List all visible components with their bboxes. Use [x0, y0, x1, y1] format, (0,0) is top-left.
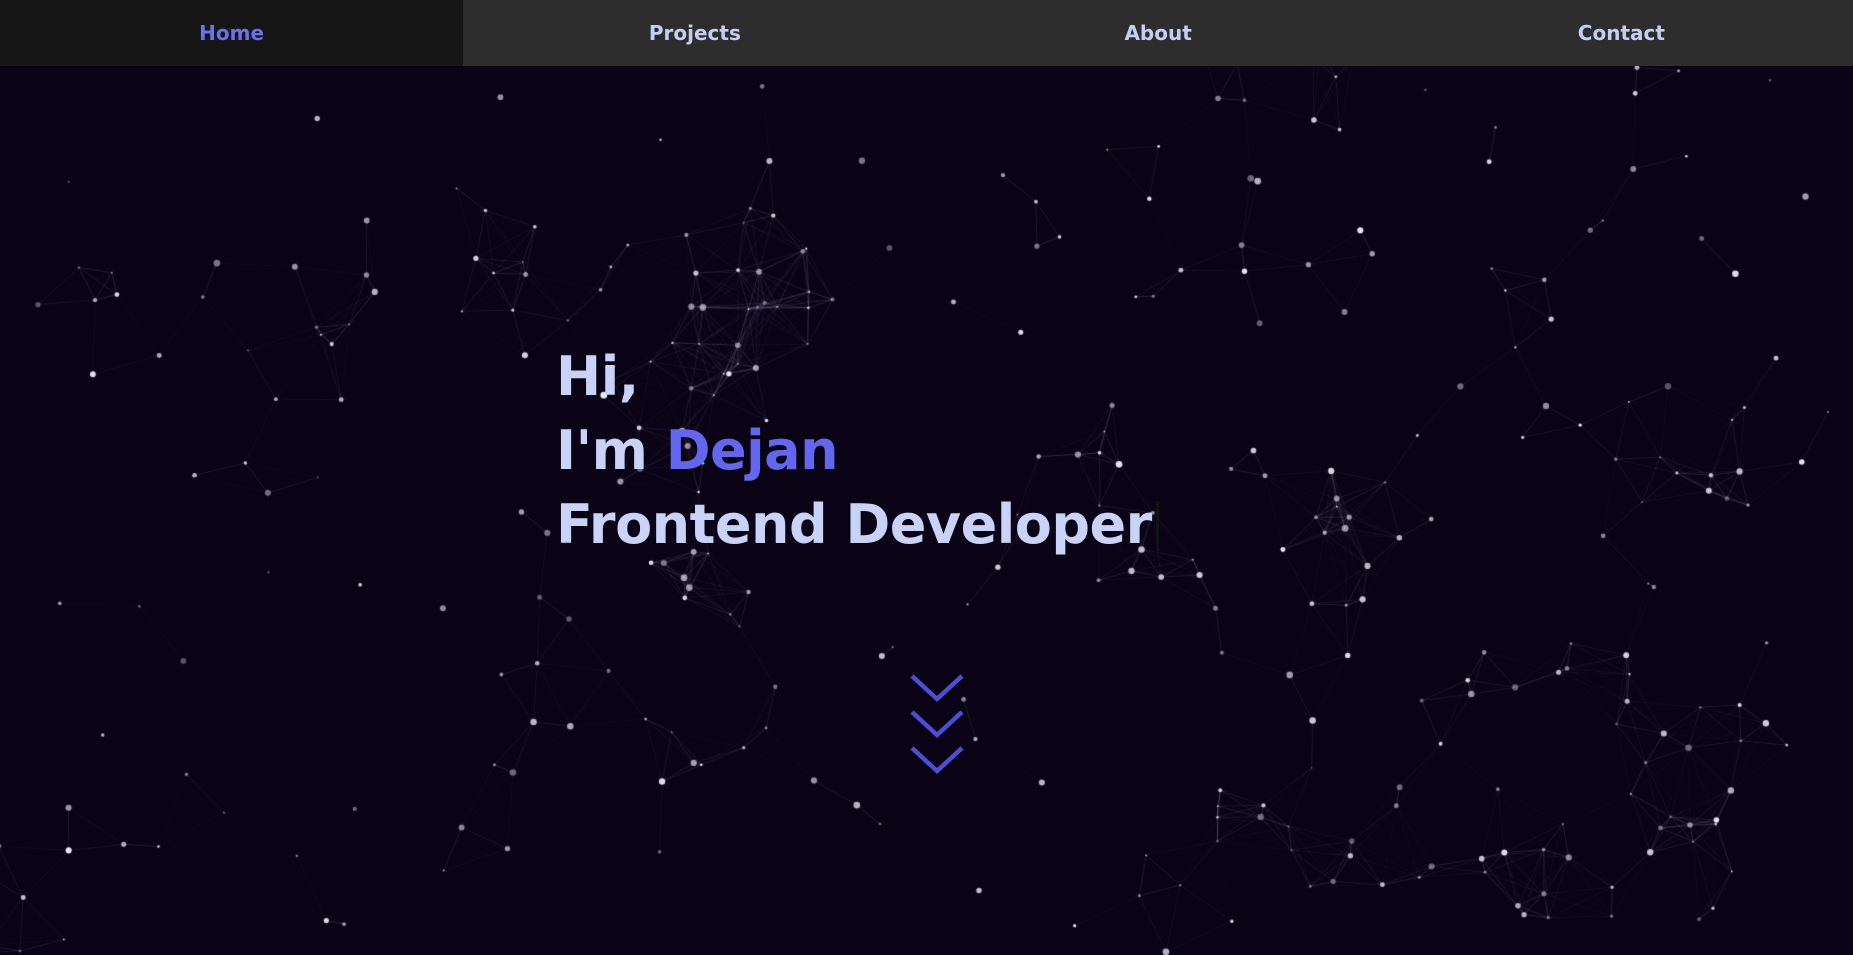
hero-role-line: Frontend Developer: [556, 488, 1159, 562]
nav-contact-link[interactable]: Contact: [1390, 0, 1853, 66]
nav-about-link[interactable]: About: [927, 0, 1390, 66]
hero-intro-prefix: I'm: [556, 419, 666, 482]
top-navigation: Home Projects About Contact: [0, 0, 1853, 66]
hero-greeting: Hi,: [556, 345, 639, 408]
hero-name: Dejan: [665, 419, 839, 482]
typing-caret: [1155, 501, 1159, 551]
nav-projects-link[interactable]: Projects: [463, 0, 926, 66]
scroll-down-button[interactable]: [908, 672, 966, 784]
hero-intro: I'm Dejan: [556, 414, 1159, 488]
hero-text: Hi, I'm Dejan Frontend Developer: [556, 340, 1159, 562]
hero-role: Frontend Developer: [556, 493, 1152, 556]
triple-chevron-down-icon: [910, 674, 964, 775]
nav-home-link[interactable]: Home: [0, 0, 464, 66]
